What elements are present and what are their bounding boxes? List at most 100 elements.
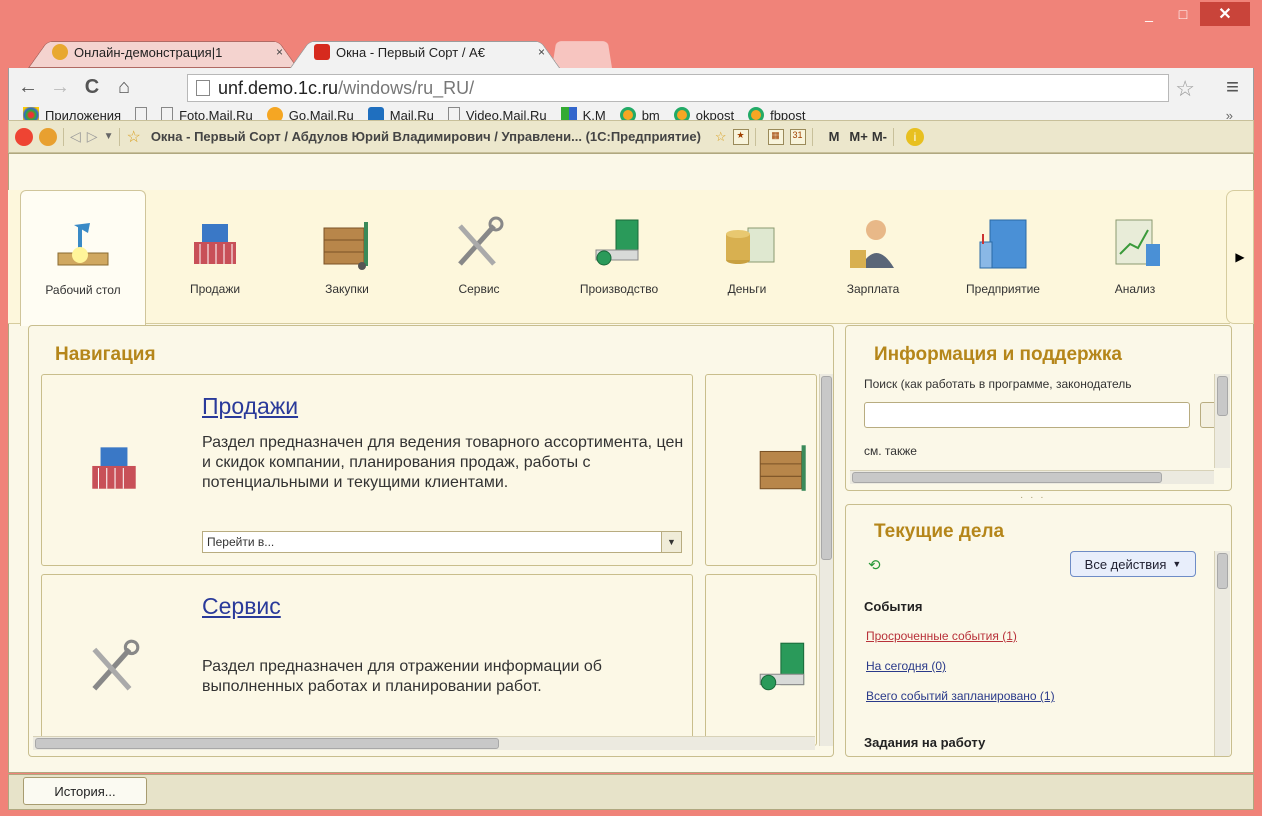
section-analysis[interactable]: Анализ bbox=[1072, 190, 1198, 324]
tab-favicon-icon bbox=[52, 44, 68, 60]
refresh-icon[interactable]: ⟲ bbox=[868, 556, 881, 574]
memory-minus-button[interactable]: M- bbox=[872, 129, 887, 144]
tab-close-icon[interactable]: × bbox=[276, 45, 283, 59]
section-production[interactable]: Производство bbox=[556, 190, 682, 324]
maximize-button[interactable]: □ bbox=[1166, 2, 1200, 26]
nav-card-sales: Продажи Раздел предназначен для ведения … bbox=[41, 374, 693, 566]
page-icon bbox=[196, 80, 210, 96]
overdue-events-link[interactable]: Просроченные события (1) bbox=[866, 629, 1017, 643]
close-window-button[interactable]: ✕ bbox=[1200, 2, 1250, 26]
info-panel: Информация и поддержка Поиск (как работа… bbox=[845, 325, 1232, 491]
section-money[interactable]: Деньги bbox=[684, 190, 810, 324]
purchases-icon bbox=[318, 214, 376, 272]
sections-scroll-right-icon[interactable]: ▶ bbox=[1226, 190, 1254, 324]
onec-favicon-icon bbox=[314, 44, 330, 60]
back-arrow-icon[interactable]: ◁ bbox=[70, 128, 81, 145]
scroll-thumb[interactable] bbox=[1217, 376, 1228, 416]
section-desktop[interactable]: Рабочий стол bbox=[20, 190, 146, 326]
chrome-menu-icon[interactable]: ≡ bbox=[1226, 74, 1239, 100]
nav-card-title[interactable]: Продажи bbox=[202, 393, 298, 420]
main-menu-icon[interactable] bbox=[39, 127, 57, 146]
tasks-scrollbar[interactable] bbox=[1214, 551, 1230, 756]
production-icon bbox=[590, 214, 648, 272]
info-search-hint: Поиск (как работать в программе, законод… bbox=[864, 377, 1132, 391]
info-hscrollbar[interactable] bbox=[850, 470, 1214, 484]
chevron-down-icon: ▼ bbox=[1172, 559, 1182, 569]
jobs-group-label: Задания на работу bbox=[864, 735, 986, 750]
home-button[interactable]: ⌂ bbox=[111, 76, 137, 99]
info-scrollbar[interactable] bbox=[1214, 374, 1230, 468]
info-title: Информация и поддержка bbox=[874, 344, 1122, 365]
scroll-thumb[interactable] bbox=[852, 472, 1162, 483]
history-dropdown-icon[interactable]: ▼ bbox=[104, 131, 114, 142]
navigation-hscrollbar[interactable] bbox=[33, 736, 815, 750]
navigation-panel: Навигация Продажи Раздел предназначен дл… bbox=[28, 325, 834, 757]
calculator-icon[interactable]: ▦ bbox=[767, 128, 784, 145]
favorites-star-icon[interactable]: ☆ bbox=[126, 127, 140, 147]
back-button[interactable]: ← bbox=[15, 76, 41, 99]
favorites-list-icon[interactable]: ★ bbox=[732, 128, 749, 145]
separator bbox=[754, 127, 756, 146]
tab-close-icon[interactable]: × bbox=[538, 45, 545, 59]
service-icon bbox=[450, 214, 508, 272]
nav-card-title[interactable]: Сервис bbox=[202, 593, 281, 620]
section-sales[interactable]: Продажи bbox=[152, 190, 278, 324]
onec-logo-icon[interactable] bbox=[15, 127, 33, 146]
url-domain: unf.demo.1c.ru bbox=[218, 77, 339, 98]
scroll-thumb[interactable] bbox=[1217, 553, 1228, 589]
window-controls: _ □ ✕ bbox=[1132, 2, 1250, 32]
tab-demo[interactable]: Онлайн-демонстрация|1 × bbox=[28, 36, 298, 68]
panel-splitter[interactable]: · · · bbox=[1020, 492, 1046, 503]
address-bar[interactable]: unf.demo.1c.ru/windows/ru_RU/ bbox=[187, 74, 1169, 102]
memory-button[interactable]: M bbox=[829, 129, 840, 144]
current-tasks-panel: Текущие дела ⟲ Все действия ▼ События Пр… bbox=[845, 504, 1232, 757]
see-also-label: см. также bbox=[864, 444, 917, 458]
info-icon[interactable]: i bbox=[906, 127, 924, 146]
separator bbox=[893, 127, 894, 146]
browser-toolbar: ← → C ⌂ unf.demo.1c.ru/windows/ru_RU/ ☆ … bbox=[8, 68, 1254, 123]
onec-header: ◁ ▷ ▼ ☆ Окна - Первый Сорт / Абдулов Юри… bbox=[8, 120, 1254, 153]
new-tab-button[interactable] bbox=[552, 36, 612, 68]
sales-icon bbox=[84, 437, 144, 497]
forward-arrow-icon[interactable]: ▷ bbox=[87, 128, 98, 145]
all-actions-button[interactable]: Все действия ▼ bbox=[1070, 551, 1196, 577]
app-window-title: Окна - Первый Сорт / Абдулов Юрий Владим… bbox=[150, 129, 701, 144]
salary-icon bbox=[844, 214, 902, 272]
minimize-button[interactable]: _ bbox=[1132, 2, 1166, 26]
separator bbox=[63, 127, 64, 146]
reload-button[interactable]: C bbox=[79, 76, 105, 99]
goto-select[interactable]: Перейти в... ▼ bbox=[202, 531, 682, 553]
navigation-title: Навигация bbox=[55, 344, 156, 365]
section-purchases[interactable]: Закупки bbox=[284, 190, 410, 324]
tasks-title: Текущие дела bbox=[874, 521, 1005, 542]
chevron-down-icon[interactable]: ▼ bbox=[661, 532, 681, 552]
nav-card-description: Раздел предназначен для ведения товарног… bbox=[202, 434, 684, 491]
section-service[interactable]: Сервис bbox=[416, 190, 542, 324]
scroll-thumb[interactable] bbox=[35, 738, 499, 749]
sections-panel: Рабочий стол Продажи Закупки Сервис Прои… bbox=[8, 190, 1230, 326]
navigation-scrollbar[interactable] bbox=[819, 374, 833, 746]
tab-windows[interactable]: Окна - Первый Сорт / А€ × bbox=[290, 36, 560, 68]
tab-title: Онлайн-демонстрация|1 bbox=[74, 44, 223, 60]
calendar-icon[interactable]: 31 bbox=[789, 128, 806, 145]
forward-button[interactable]: → bbox=[47, 76, 73, 99]
tab-title: Окна - Первый Сорт / А€ bbox=[336, 44, 485, 60]
scroll-thumb[interactable] bbox=[821, 376, 832, 560]
memory-plus-button[interactable]: M+ bbox=[849, 129, 867, 144]
info-search-input[interactable] bbox=[864, 402, 1190, 428]
add-favorite-icon[interactable]: ☆ bbox=[715, 129, 727, 145]
section-enterprise[interactable]: Предприятие bbox=[940, 190, 1066, 324]
nav-card-description: Раздел предназначен для отражении информ… bbox=[202, 658, 602, 695]
nav-card-production bbox=[705, 574, 817, 746]
all-events-link[interactable]: Всего событий запланировано (1) bbox=[866, 689, 1055, 703]
history-button[interactable]: История... bbox=[23, 777, 147, 805]
bookmark-star-icon[interactable]: ☆ bbox=[1175, 76, 1195, 102]
purchases-icon bbox=[754, 437, 814, 497]
sales-icon bbox=[186, 214, 244, 272]
separator bbox=[119, 127, 121, 146]
url-path: /windows/ru_RU/ bbox=[338, 77, 475, 98]
bottom-bar: История... bbox=[8, 774, 1254, 810]
today-events-link[interactable]: На сегодня (0) bbox=[866, 659, 946, 673]
section-salary[interactable]: Зарплата bbox=[810, 190, 936, 324]
money-icon bbox=[718, 214, 776, 272]
